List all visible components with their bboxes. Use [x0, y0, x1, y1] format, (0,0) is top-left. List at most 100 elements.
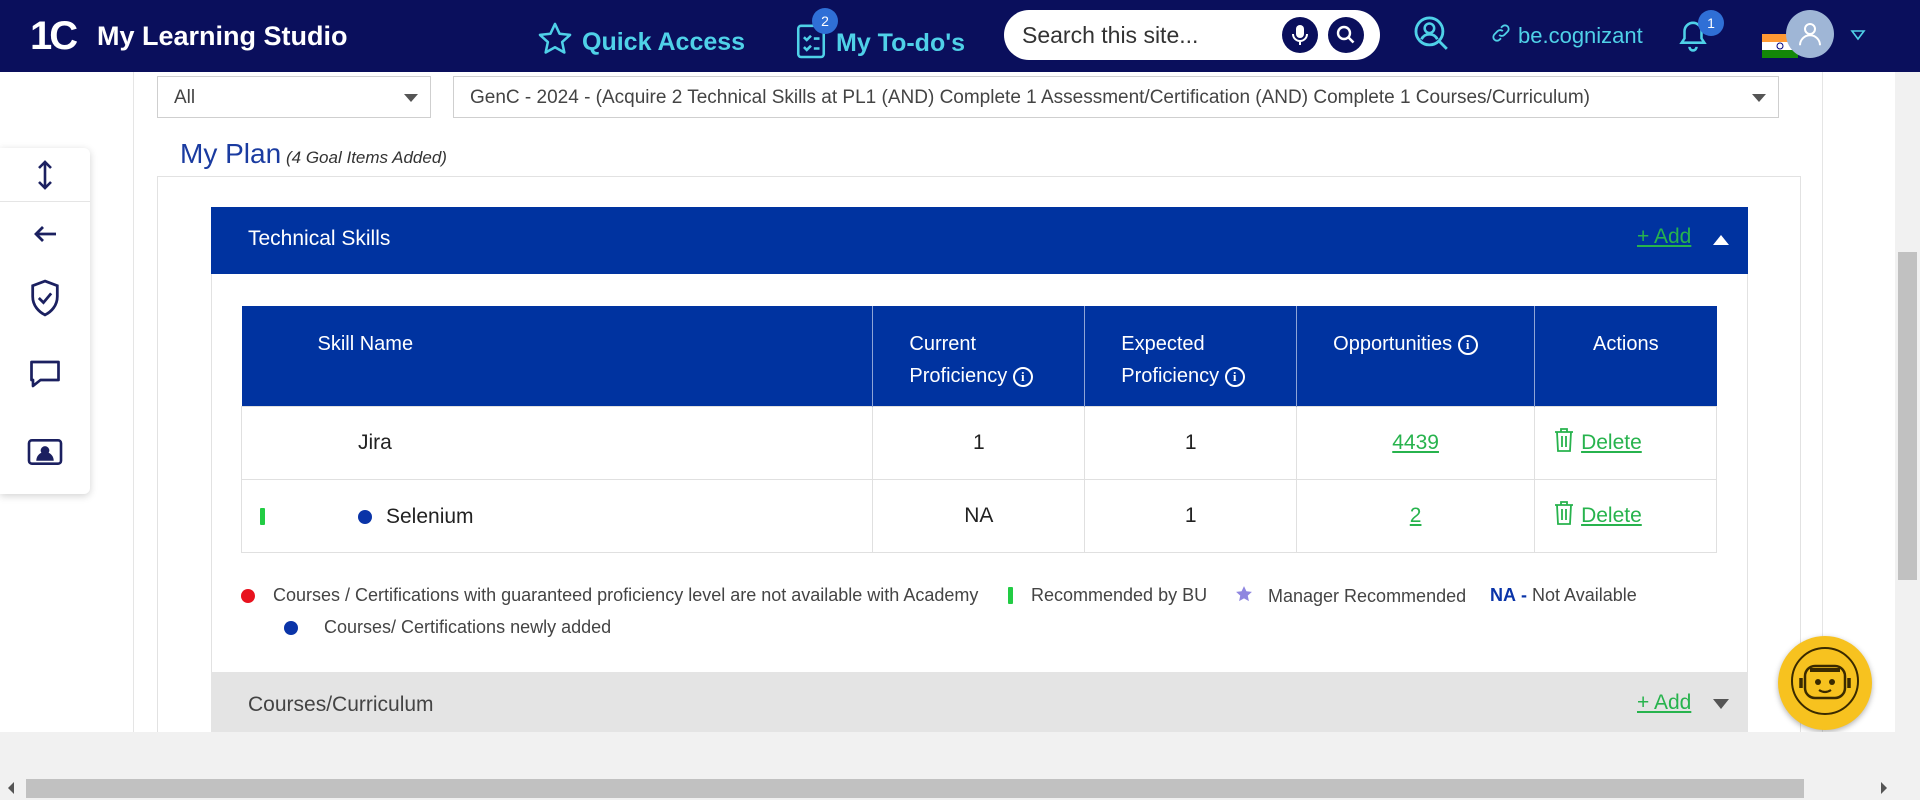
quick-access-label: Quick Access	[582, 28, 746, 56]
skills-table: Skill Name Current Proficiency i Expecte…	[240, 306, 1717, 553]
info-icon[interactable]: i	[1457, 334, 1478, 355]
na-dash: -	[1521, 585, 1527, 605]
top-navbar: 1C My Learning Studio Quick Access 2 My …	[0, 0, 1920, 72]
red-dot-icon	[241, 588, 255, 603]
quick-access-link[interactable]: Quick Access	[536, 20, 745, 65]
courses-curriculum-header[interactable]: Courses/Curriculum + Add	[211, 672, 1748, 736]
actions-cell: Delete	[1534, 405, 1717, 480]
scroll-right-icon[interactable]	[1879, 781, 1889, 800]
trash-icon	[1553, 427, 1575, 459]
legend-recommended-bu-label: Recommended by BU	[1031, 585, 1208, 605]
horizontal-scrollbar-thumb[interactable]	[26, 779, 1804, 798]
category-select-value: All	[174, 87, 196, 108]
courses-curriculum-title: Courses/Curriculum	[248, 693, 434, 716]
add-skill-link[interactable]: + Add	[1637, 225, 1691, 249]
clipboard-check-icon: 2	[794, 8, 838, 67]
newly-added-marker	[358, 509, 372, 524]
opportunities-cell: 4439	[1296, 405, 1536, 480]
legend-manager-recommended: Manager Recommended	[1234, 584, 1466, 609]
goal-select-value: GenC - 2024 - (Acquire 2 Technical Skill…	[470, 87, 1590, 108]
scroll-left-icon[interactable]	[6, 781, 16, 800]
be-cognizant-label: be.cognizant	[1518, 23, 1643, 48]
support-ticket-icon[interactable]	[25, 432, 65, 472]
arrow-left-icon[interactable]	[25, 214, 65, 254]
todo-link[interactable]: 2 My To-do's	[794, 8, 966, 67]
na-key: NA	[1490, 585, 1516, 605]
star-icon	[536, 20, 574, 65]
col-skill-name: Skill Name	[241, 306, 874, 406]
col-opportunities: Opportunities i	[1296, 306, 1536, 406]
current-proficiency-cell: 1	[872, 405, 1086, 480]
be-cognizant-link[interactable]: be.cognizant	[1490, 22, 1643, 50]
vertical-scrollbar-thumb[interactable]	[1898, 252, 1917, 580]
expand-caret-icon[interactable]	[1713, 699, 1729, 709]
green-bar-icon	[1008, 587, 1013, 604]
link-icon	[1490, 22, 1512, 50]
notification-count-badge: 1	[1698, 10, 1724, 36]
chevron-down-icon[interactable]	[1850, 28, 1866, 46]
search-input[interactable]	[1022, 21, 1272, 49]
trash-icon	[1553, 500, 1575, 532]
shield-check-icon[interactable]	[25, 278, 65, 318]
expected-proficiency-cell: 1	[1084, 405, 1298, 480]
expand-vertical-icon[interactable]	[0, 148, 90, 202]
goal-select[interactable]: GenC - 2024 - (Acquire 2 Technical Skill…	[453, 76, 1779, 118]
table-header-row: Skill Name Current Proficiency i Expecte…	[241, 306, 1717, 406]
legend-newly-added-label: Courses/ Certifications newly added	[324, 617, 612, 637]
delete-label: Delete	[1581, 503, 1642, 527]
dropdown-caret-icon	[404, 94, 418, 102]
blue-dot-icon	[284, 620, 298, 635]
delete-button[interactable]: Delete	[1553, 500, 1642, 532]
add-course-link[interactable]: + Add	[1637, 691, 1691, 715]
plan-subtitle: (4 Goal Items Added)	[286, 148, 447, 167]
chatbot-icon	[1788, 644, 1862, 723]
plan-title: My Plan	[180, 138, 282, 169]
technical-skills-header[interactable]: Technical Skills + Add	[211, 207, 1748, 274]
legend-manager-recommended-label: Manager Recommended	[1268, 586, 1467, 606]
table-row: Jira 1 1 4439 Delete	[240, 405, 1717, 480]
col-current-proficiency: Current Proficiency i	[872, 306, 1086, 406]
chat-icon[interactable]	[25, 354, 65, 394]
info-icon[interactable]: i	[1012, 366, 1033, 387]
user-avatar[interactable]	[1786, 10, 1834, 58]
chatbot-button[interactable]	[1778, 636, 1872, 730]
search-icon[interactable]	[1328, 17, 1364, 53]
col-expected-proficiency: Expected Proficiency i	[1084, 306, 1298, 406]
delete-button[interactable]: Delete	[1553, 427, 1642, 459]
bell-icon[interactable]: 1	[1676, 10, 1724, 61]
info-icon[interactable]: i	[1224, 366, 1245, 387]
legend-not-available-label: Not Available	[1532, 585, 1637, 605]
col-actions: Actions	[1534, 306, 1717, 406]
opportunities-cell: 2	[1296, 478, 1536, 553]
recommended-by-bu-marker	[260, 507, 265, 525]
todo-count-badge: 2	[812, 8, 838, 34]
content-border-right	[1822, 72, 1823, 732]
brand-logo[interactable]: 1C	[30, 14, 78, 59]
expected-proficiency-cell: 1	[1084, 478, 1298, 553]
technical-skills-title: Technical Skills	[248, 227, 391, 250]
page-footer-strip	[0, 732, 1920, 780]
skill-name-cell: Selenium	[240, 478, 874, 553]
actions-cell: Delete	[1534, 478, 1717, 553]
opportunities-link[interactable]: 2	[1410, 504, 1422, 527]
current-proficiency-cell: NA	[872, 478, 1086, 553]
microphone-icon[interactable]	[1282, 17, 1318, 53]
delete-label: Delete	[1581, 430, 1642, 454]
table-row: Selenium NA 1 2 Delete	[240, 478, 1717, 553]
content-border-left	[133, 72, 134, 732]
star-icon	[1234, 584, 1254, 609]
collapse-caret-icon[interactable]	[1713, 235, 1729, 245]
side-toolbar	[0, 148, 90, 494]
people-search-icon[interactable]	[1412, 14, 1450, 57]
site-search	[1004, 10, 1380, 60]
opportunities-link[interactable]: 4439	[1392, 431, 1439, 454]
todo-label: My To-do's	[836, 29, 966, 57]
skill-name-cell: Jira	[240, 405, 874, 480]
app-title[interactable]: My Learning Studio	[97, 21, 348, 52]
legend-guaranteed-label: Courses / Certifications with guaranteed…	[273, 585, 979, 605]
legend-newly-added: Courses/ Certifications newly added	[284, 617, 611, 638]
skill-name-label: Selenium	[386, 504, 474, 528]
legend-not-available: NA - Not Available	[1490, 585, 1637, 606]
category-select[interactable]: All	[157, 76, 431, 118]
legend-guaranteed: Courses / Certifications with guaranteed…	[241, 585, 978, 606]
